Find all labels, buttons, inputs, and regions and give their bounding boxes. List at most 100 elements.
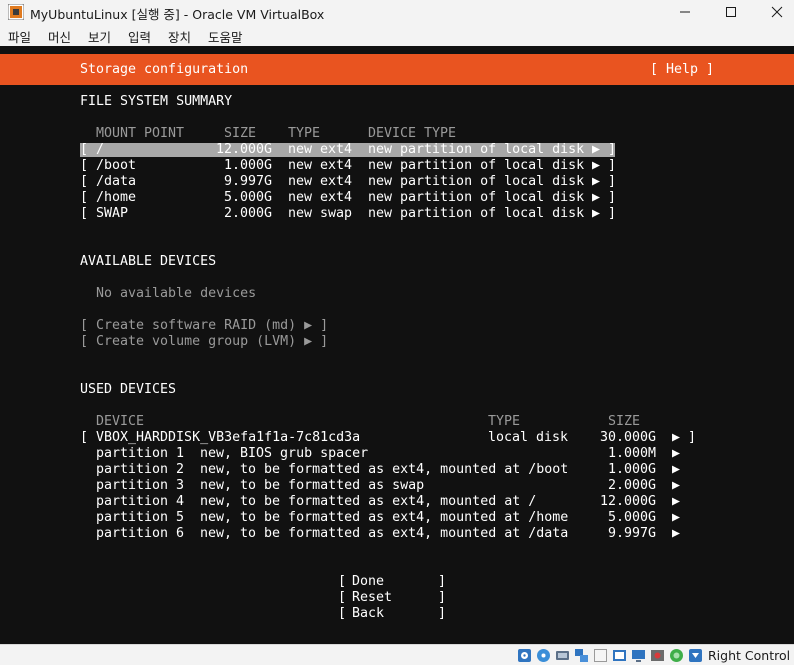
row-arrow-icon[interactable]: ▶ — [592, 158, 600, 174]
disk-close-bracket: ] — [688, 430, 697, 445]
partition-name: partition 1 — [96, 446, 185, 461]
available-devices-heading: AVAILABLE DEVICES — [80, 254, 217, 269]
disk-open-bracket: [ — [80, 430, 89, 445]
display-icon[interactable] — [631, 648, 646, 663]
window-titlebar[interactable]: MyUbuntuLinux [실행 중] - Oracle VM Virtual… — [0, 0, 794, 24]
partition-size: 1.000G — [608, 462, 657, 477]
col-device-type: DEVICE TYPE — [368, 126, 457, 141]
partition-desc: new, to be formatted as swap — [200, 478, 425, 493]
col-type: TYPE — [288, 126, 321, 141]
menu-bar: 파일 머신 보기 입력 장치 도움말 — [0, 24, 794, 46]
row-open-bracket: [ — [80, 206, 89, 221]
create-raid-button[interactable]: [ Create software RAID (md) ▶ ] — [80, 318, 328, 334]
row-open-bracket: [ — [80, 174, 89, 189]
row-type: new ext4 — [288, 158, 353, 173]
menu-help[interactable]: 도움말 — [208, 27, 243, 46]
partition-size: 9.997G — [608, 526, 657, 541]
network-icon[interactable] — [574, 648, 589, 663]
done-label: Done — [352, 574, 385, 589]
col-size: SIZE — [224, 126, 257, 141]
close-button[interactable] — [754, 0, 794, 24]
disk-name: VBOX_HARDDISK_VB3efa1f1a-7c81cd3a — [96, 430, 361, 445]
window-title: MyUbuntuLinux [실행 중] - Oracle VM Virtual… — [30, 7, 325, 22]
partition-arrow-icon[interactable]: ▶ — [672, 526, 680, 542]
row-device: new partition of local disk — [368, 142, 585, 157]
usb-icon[interactable] — [593, 648, 608, 663]
row-size: 12.000G — [216, 142, 273, 157]
fs-summary-heading: FILE SYSTEM SUMMARY — [80, 94, 233, 109]
partition-name: partition 5 — [96, 510, 185, 525]
partition-size: 2.000G — [608, 478, 657, 493]
status-bar: Right Control — [0, 644, 794, 665]
partition-size: 12.000G — [600, 494, 657, 509]
shared-folders-icon[interactable] — [612, 648, 627, 663]
row-device: new partition of local disk — [368, 174, 585, 189]
row-device: new partition of local disk — [368, 206, 585, 221]
back-close-bracket: ] — [438, 606, 447, 621]
partition-name: partition 3 — [96, 478, 185, 493]
optical-drive-icon[interactable] — [536, 648, 551, 663]
partition-size: 1.000M — [608, 446, 657, 461]
menu-machine[interactable]: 머신 — [48, 27, 71, 46]
row-arrow-icon[interactable]: ▶ — [592, 142, 600, 158]
maximize-icon — [726, 7, 736, 17]
row-size: 5.000G — [224, 190, 273, 205]
menu-input[interactable]: 입력 — [128, 27, 151, 46]
row-close-bracket: ] — [608, 158, 617, 173]
row-device: new partition of local disk — [368, 158, 585, 173]
done-open-bracket: [ — [338, 574, 347, 589]
close-icon — [771, 6, 783, 18]
row-mount: /boot — [96, 158, 137, 173]
col-mount-point: MOUNT POINT — [96, 126, 185, 141]
partition-arrow-icon[interactable]: ▶ — [672, 510, 680, 526]
row-device: new partition of local disk — [368, 190, 585, 205]
host-key-label: Right Control — [708, 648, 791, 663]
col-type: TYPE — [488, 414, 521, 429]
cpu-icon[interactable] — [669, 648, 684, 663]
partition-desc: new, to be formatted as ext4, mounted at… — [200, 526, 569, 541]
help-button[interactable]: [ Help ] — [650, 62, 714, 78]
partition-arrow-icon[interactable]: ▶ — [672, 462, 680, 478]
mouse-integration-icon[interactable] — [688, 648, 703, 663]
menu-file[interactable]: 파일 — [8, 27, 31, 46]
col-device: DEVICE — [96, 414, 145, 429]
row-mount: /home — [96, 190, 137, 205]
video-capture-icon[interactable] — [650, 648, 665, 663]
disk-arrow-icon[interactable]: ▶ — [672, 430, 680, 446]
col-size: SIZE — [608, 414, 641, 429]
hard-disk-icon[interactable] — [517, 648, 532, 663]
create-lvm-button[interactable]: [ Create volume group (LVM) ▶ ] — [80, 334, 328, 350]
back-open-bracket: [ — [338, 606, 347, 621]
row-type: new ext4 — [288, 190, 353, 205]
partition-arrow-icon[interactable]: ▶ — [672, 494, 680, 510]
partition-desc: new, BIOS grub spacer — [200, 446, 369, 461]
row-mount: /data — [96, 174, 137, 189]
virtualbox-app-icon — [7, 3, 25, 21]
used-devices-heading: USED DEVICES — [80, 382, 177, 397]
maximize-button[interactable] — [708, 0, 754, 24]
partition-name: partition 2 — [96, 462, 185, 477]
row-size: 2.000G — [224, 206, 273, 221]
reset-label: Reset — [352, 590, 393, 605]
minimize-button[interactable] — [662, 0, 708, 24]
back-label: Back — [352, 606, 385, 621]
partition-size: 5.000G — [608, 510, 657, 525]
partition-desc: new, to be formatted as ext4, mounted at… — [200, 462, 569, 477]
row-arrow-icon[interactable]: ▶ — [592, 206, 600, 222]
partition-arrow-icon[interactable]: ▶ — [672, 478, 680, 494]
menu-view[interactable]: 보기 — [88, 27, 111, 46]
partition-name: partition 4 — [96, 494, 185, 509]
audio-icon[interactable] — [555, 648, 570, 663]
vm-screen[interactable]: Storage configuration [ Help ] FILE SYST… — [0, 46, 794, 644]
disk-type: local disk — [488, 430, 569, 445]
partition-arrow-icon[interactable]: ▶ — [672, 446, 680, 462]
partition-desc: new, to be formatted as ext4, mounted at… — [200, 494, 537, 509]
row-mount: SWAP — [96, 206, 129, 221]
done-close-bracket: ] — [438, 574, 447, 589]
row-open-bracket: [ — [80, 142, 89, 157]
row-arrow-icon[interactable]: ▶ — [592, 174, 600, 190]
menu-devices[interactable]: 장치 — [168, 27, 191, 46]
no-available-devices-text: No available devices — [96, 286, 257, 301]
row-arrow-icon[interactable]: ▶ — [592, 190, 600, 206]
row-mount: / — [96, 142, 105, 157]
